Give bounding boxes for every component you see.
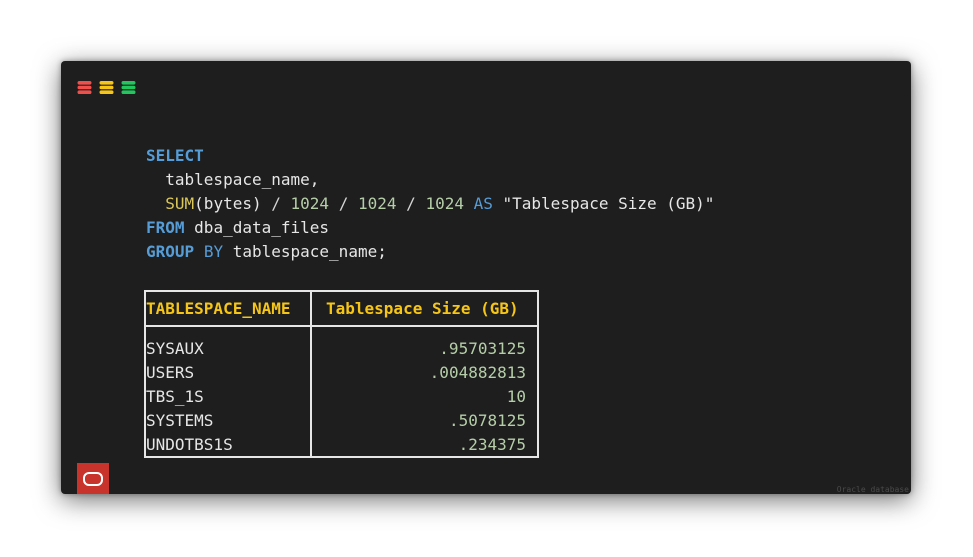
database-red-icon[interactable] — [77, 80, 92, 95]
header-tablespace-size: Tablespace Size (GB) — [326, 299, 519, 318]
divide-operator: / — [338, 194, 349, 213]
keyword-group: GROUP — [146, 242, 195, 261]
tablespace-name-cell: SYSTEMS — [146, 411, 214, 430]
number-literal: 1024 — [290, 194, 330, 213]
query-result-table: TABLESPACE_NAME Tablespace Size (GB) SYS… — [144, 290, 539, 458]
tablespace-size-cell: .5078125 — [448, 411, 526, 430]
function-argument: (bytes) — [194, 194, 262, 213]
table-row: SYSAUX .95703125 — [146, 337, 537, 361]
result-rows: SYSAUX .95703125 USERS .004882813 TBS_1S… — [146, 337, 537, 457]
number-literal: 1024 — [357, 194, 397, 213]
keyword-by: BY — [203, 242, 224, 261]
header-divider — [146, 325, 537, 327]
tablespace-name-cell: USERS — [146, 363, 195, 382]
table-row: UNDOTBS1S .234375 — [146, 433, 537, 457]
database-yellow-icon[interactable] — [99, 80, 114, 95]
divide-operator: / — [406, 194, 416, 213]
tablespace-size-cell: .004882813 — [429, 363, 526, 382]
oracle-logo-icon — [83, 471, 103, 486]
watermark-label: Oracle database — [836, 485, 909, 494]
number-literal: 1024 — [425, 194, 464, 213]
code-window: SELECT tablespace_name, SUM(bytes) / 102… — [61, 61, 911, 494]
divide-operator: / — [271, 194, 281, 213]
tablespace-size-cell: 10 — [506, 387, 526, 406]
function-sum: SUM — [165, 194, 195, 213]
column-tablespace-name: tablespace_name, — [165, 170, 320, 189]
tablespace-name-cell: TBS_1S — [146, 387, 204, 406]
table-name: dba_data_files — [194, 218, 330, 237]
tablespace-name-cell: SYSAUX — [146, 339, 204, 358]
keyword-from: FROM — [146, 218, 185, 237]
table-row: SYSTEMS .5078125 — [146, 409, 537, 433]
tablespace-size-cell: .95703125 — [439, 339, 526, 358]
database-green-icon[interactable] — [121, 80, 136, 95]
table-row: TBS_1S 10 — [146, 385, 537, 409]
window-controls — [77, 80, 136, 95]
tablespace-size-cell: .234375 — [458, 435, 526, 454]
header-tablespace-name: TABLESPACE_NAME — [146, 299, 291, 318]
sql-code-block: SELECT tablespace_name, SUM(bytes) / 102… — [146, 144, 714, 264]
keyword-select: SELECT — [146, 146, 204, 165]
tablespace-name-cell: UNDOTBS1S — [146, 435, 233, 454]
column-alias: "Tablespace Size (GB)" — [502, 194, 715, 213]
keyword-as: AS — [473, 194, 493, 213]
group-by-column: tablespace_name; — [232, 242, 387, 261]
table-row: USERS .004882813 — [146, 361, 537, 385]
oracle-logo-badge — [77, 463, 109, 494]
